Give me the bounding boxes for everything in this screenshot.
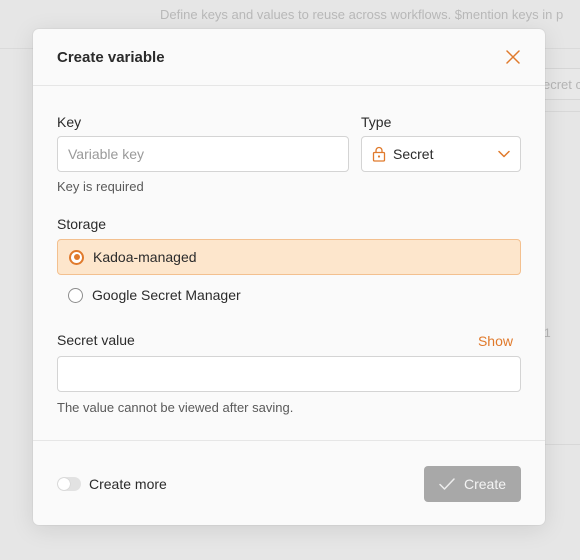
background-description: Define keys and values to reuse across w… xyxy=(160,7,564,22)
dialog-header: Create variable xyxy=(33,29,545,86)
dialog-title: Create variable xyxy=(57,48,165,66)
chevron-down-icon xyxy=(498,150,510,158)
key-label: Key xyxy=(57,114,82,130)
dialog-body: Key Key is required Type Secret Storage … xyxy=(33,86,545,440)
secret-value-input[interactable] xyxy=(57,356,521,392)
toggle-switch[interactable] xyxy=(57,477,81,491)
storage-option-kadoa-managed[interactable]: Kadoa-managed xyxy=(57,239,521,275)
storage-option-label: Kadoa-managed xyxy=(93,249,197,265)
show-secret-link[interactable]: Show xyxy=(478,333,513,349)
key-error-text: Key is required xyxy=(57,179,144,194)
create-more-toggle[interactable]: Create more xyxy=(57,476,167,492)
storage-option-google-secret-manager[interactable]: Google Secret Manager xyxy=(57,277,521,313)
secret-value-label: Secret value xyxy=(57,332,135,348)
check-icon xyxy=(439,478,455,490)
type-label: Type xyxy=(361,114,392,130)
background-row-number: 1 xyxy=(544,326,551,340)
create-more-label: Create more xyxy=(89,476,167,492)
type-select[interactable]: Secret xyxy=(361,136,521,172)
storage-label: Storage xyxy=(57,216,107,232)
create-button-label: Create xyxy=(463,476,507,492)
close-button[interactable] xyxy=(501,45,525,69)
storage-option-label: Google Secret Manager xyxy=(92,287,241,303)
dialog-footer: Create more Create xyxy=(33,440,545,525)
background-divider xyxy=(545,111,580,112)
radio-button[interactable] xyxy=(68,287,83,303)
close-icon xyxy=(506,50,520,64)
lock-icon xyxy=(372,146,386,162)
radio-button-checked[interactable] xyxy=(69,249,84,265)
background-divider xyxy=(545,444,580,445)
type-select-value: Secret xyxy=(393,146,434,162)
key-input[interactable] xyxy=(57,136,349,172)
create-button[interactable]: Create xyxy=(424,466,521,502)
create-variable-dialog: Create variable Key Key is required Type… xyxy=(33,29,545,525)
secret-help-text: The value cannot be viewed after saving. xyxy=(57,400,294,415)
